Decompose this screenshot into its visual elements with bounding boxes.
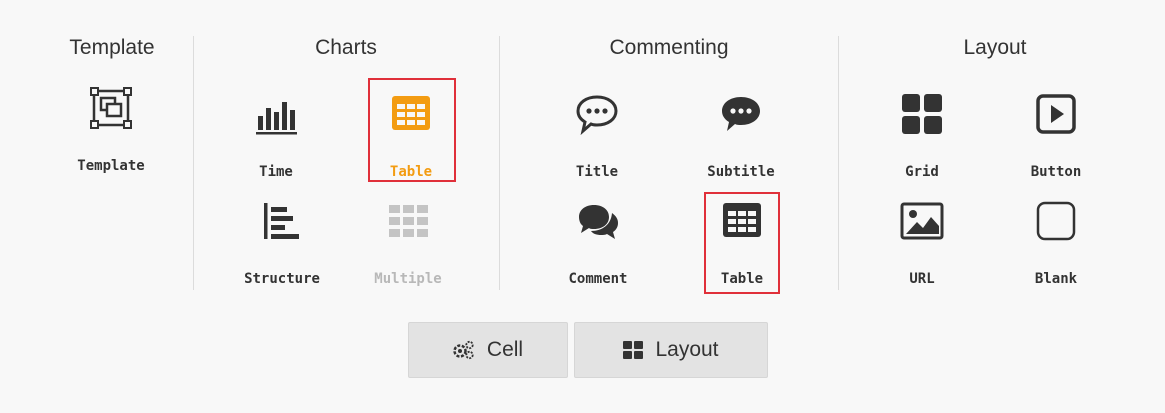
multi-grid-icon	[389, 205, 428, 237]
tool-label: Comment	[568, 271, 628, 287]
tool-structure[interactable]: Structure	[237, 199, 327, 289]
tool-grid[interactable]: Grid	[877, 92, 967, 182]
tool-label: Time	[259, 164, 293, 180]
tool-label: Blank	[1034, 271, 1078, 287]
bar-chart-icon	[256, 102, 297, 135]
section-title-charts: Charts	[315, 36, 377, 59]
comments-icon	[579, 205, 618, 239]
tool-url[interactable]: URL	[877, 199, 967, 289]
section-title-layout: Layout	[963, 36, 1027, 59]
tool-label: Button	[1030, 164, 1082, 180]
tool-time[interactable]: Time	[231, 92, 321, 182]
tool-label: Structure	[244, 271, 320, 287]
tool-label: Table	[389, 164, 433, 180]
section-title-template: Template	[69, 36, 155, 59]
section-divider	[193, 36, 194, 290]
tool-blank[interactable]: Blank	[1011, 199, 1101, 289]
cell-button-label: Cell	[486, 338, 524, 361]
table-icon	[723, 203, 761, 237]
layout-button-label: Layout	[655, 338, 719, 361]
play-button-icon	[1036, 94, 1076, 134]
tool-comment-table[interactable]: Table	[697, 199, 787, 289]
blank-square-icon	[1036, 201, 1076, 241]
tool-label: URL	[909, 271, 935, 287]
section-title-commenting: Commenting	[609, 36, 729, 59]
tool-label: Title	[575, 164, 619, 180]
tool-button[interactable]: Button	[1011, 92, 1101, 182]
speech-bubble-outline-icon	[576, 95, 618, 136]
table-icon	[392, 96, 430, 130]
tool-template[interactable]: Template	[66, 86, 156, 176]
tool-subtitle[interactable]: Subtitle	[696, 92, 786, 182]
grid-icon	[902, 94, 942, 134]
section-divider	[499, 36, 500, 290]
gears-icon	[453, 340, 474, 360]
tool-label: Table	[720, 271, 764, 287]
image-icon	[900, 202, 944, 240]
tool-label: Grid	[905, 164, 939, 180]
tool-comment[interactable]: Comment	[553, 199, 643, 289]
tool-label: Subtitle	[707, 164, 775, 180]
align-left-bars-icon	[264, 203, 299, 239]
tool-multiple[interactable]: Multiple	[363, 199, 453, 289]
section-divider	[838, 36, 839, 290]
tool-label: Multiple	[374, 271, 442, 287]
tool-title[interactable]: Title	[552, 92, 642, 182]
tool-chart-table[interactable]: Table	[366, 92, 456, 182]
speech-bubble-filled-icon	[722, 97, 760, 131]
cell-button[interactable]: Cell	[408, 322, 568, 378]
template-frame-icon	[90, 87, 132, 129]
tool-label: Template	[77, 158, 145, 174]
th-large-icon	[623, 341, 644, 359]
layout-button[interactable]: Layout	[574, 322, 768, 378]
